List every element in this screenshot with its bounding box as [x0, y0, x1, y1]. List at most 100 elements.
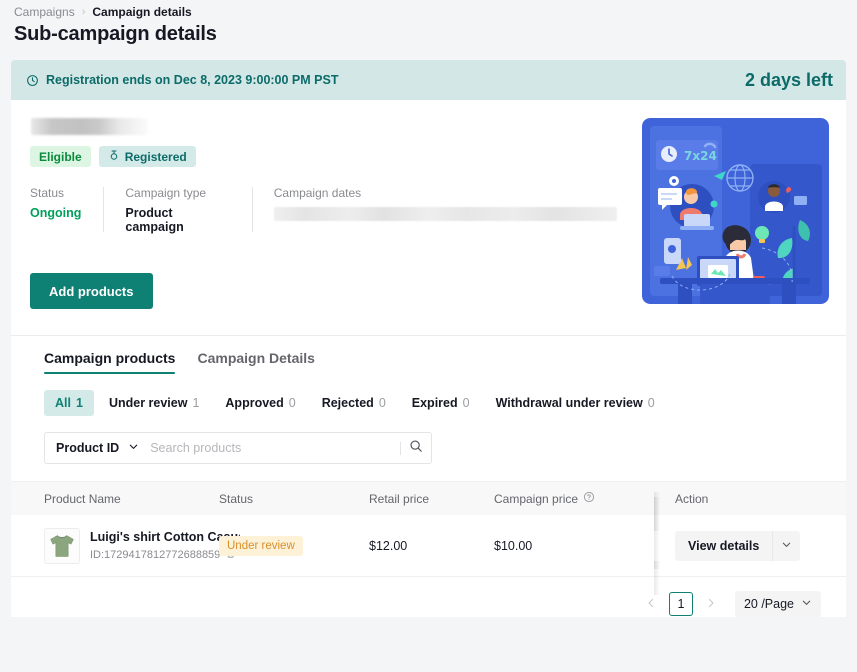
filter-pill-withdrawal-under-review[interactable]: Withdrawal under review 0: [485, 390, 666, 416]
chevron-left-icon: [645, 597, 657, 612]
remote-team-illustration: 7x24: [642, 118, 829, 304]
page-size-select[interactable]: 20 /Page: [734, 591, 821, 617]
badge-registered: Registered: [98, 146, 196, 167]
filter-pill-approved[interactable]: Approved 0: [214, 390, 306, 416]
col-campaign-price: Campaign price: [494, 491, 654, 506]
col-action: Action: [654, 491, 833, 569]
breadcrumb: Campaigns › Campaign details: [0, 0, 857, 19]
badge-registered-label: Registered: [124, 149, 187, 164]
col-status: Status: [219, 491, 254, 506]
chevron-down-icon: [128, 441, 139, 455]
meta-campaign-dates-redacted: [273, 207, 617, 221]
search-bar: Product ID: [11, 416, 846, 464]
filter-pill-approved-label: Approved: [225, 396, 284, 410]
badge-eligible-label: Eligible: [39, 149, 82, 164]
pagination-prev-button[interactable]: [639, 592, 663, 616]
cell-retail-price: $12.00: [369, 538, 408, 553]
filter-pill-withdrawal-count: 0: [647, 396, 655, 410]
pagination: 1 20 /Page: [11, 577, 846, 617]
cell-campaign-price: $10.00: [494, 538, 533, 553]
search-button[interactable]: [401, 433, 431, 463]
page-size-label: 20 /Page: [743, 597, 794, 611]
table-row: Luigi's shirt Cotton Casua... ID:1729417…: [11, 496, 846, 595]
filter-pill-expired-count: 0: [462, 396, 470, 410]
search-input[interactable]: [148, 441, 400, 455]
filter-pill-withdrawal-label: Withdrawal under review: [495, 396, 643, 410]
meta-campaign-dates-label: Campaign dates: [273, 186, 362, 200]
banner-text: Registration ends on Dec 8, 2023 9:00:00…: [46, 73, 339, 87]
medal-icon: [108, 149, 120, 164]
chevron-right-icon: [705, 597, 717, 612]
view-details-button[interactable]: View details: [675, 530, 773, 561]
tab-campaign-details[interactable]: Campaign Details: [197, 350, 314, 374]
chevron-down-icon: [801, 597, 812, 611]
filter-pill-approved-count: 0: [288, 396, 296, 410]
breadcrumb-current: Campaign details: [92, 5, 192, 19]
breadcrumb-separator-icon: ›: [81, 6, 86, 18]
breadcrumb-campaigns[interactable]: Campaigns: [14, 5, 75, 19]
page-title: Sub-campaign details: [14, 23, 217, 45]
tab-bar: Campaign products Campaign Details: [11, 336, 846, 374]
banner-left: Registration ends on Dec 8, 2023 9:00:00…: [26, 73, 338, 87]
cell-product-name: Luigi's shirt Cotton Casua... ID:1729417…: [11, 527, 240, 564]
search-icon: [409, 439, 423, 458]
registration-deadline-banner: Registration ends on Dec 8, 2023 9:00:00…: [11, 60, 846, 100]
cell-action: View details: [654, 496, 833, 595]
product-id-label: ID:1729417812772688859: [90, 548, 221, 561]
tab-campaign-products[interactable]: Campaign products: [44, 350, 176, 374]
pagination-page-1[interactable]: 1: [668, 592, 693, 616]
filter-pill-under-review[interactable]: Under review 1: [98, 390, 210, 416]
col-product-name: Product Name: [44, 491, 121, 506]
table-header-row: Product Name Status Retail price Campaig…: [11, 481, 846, 569]
tshirt-thumbnail: [44, 527, 80, 564]
filter-pill-all-label: All: [55, 396, 71, 410]
filter-pill-rejected[interactable]: Rejected 0: [311, 390, 397, 416]
filter-pill-rejected-label: Rejected: [321, 396, 374, 410]
action-button-group: View details: [675, 530, 801, 561]
filter-pill-all[interactable]: All 1: [44, 390, 94, 416]
product-info: Luigi's shirt Cotton Casua... ID:1729417…: [44, 527, 240, 564]
campaign-summary-card: Eligible Registered Status Ongoing Campa…: [11, 100, 846, 617]
product-name[interactable]: Luigi's shirt Cotton Casua...: [90, 530, 240, 544]
meta-status-value: Ongoing: [30, 206, 82, 220]
status-filter-pills: All 1 Under review 1 Approved 0 Rejected…: [11, 374, 846, 416]
meta-status-label: Status: [30, 186, 65, 200]
campaign-title-redacted: [31, 118, 148, 135]
sub-campaign-details-page: Campaigns › Campaign details Sub-campaig…: [0, 0, 857, 672]
status-badge: Under review: [219, 535, 303, 556]
chevron-down-icon: [781, 538, 792, 553]
campaign-meta: Status Ongoing Campaign type Product cam…: [30, 186, 624, 234]
add-products-button[interactable]: Add products: [30, 273, 153, 309]
svg-text:7x24: 7x24: [684, 149, 717, 163]
meta-status: Status Ongoing: [30, 186, 103, 234]
product-text: Luigi's shirt Cotton Casua... ID:1729417…: [90, 530, 240, 562]
card-top: Eligible Registered Status Ongoing Campa…: [11, 100, 846, 309]
days-left-label: 2 days left: [744, 69, 833, 90]
campaign-illustration: 7x24: [642, 118, 829, 304]
badge-eligible: Eligible: [30, 146, 91, 167]
filter-pill-expired-label: Expired: [411, 396, 458, 410]
meta-campaign-dates: Campaign dates: [251, 186, 624, 234]
col-campaign-price-label: Campaign price: [494, 491, 579, 506]
product-id: ID:1729417812772688859: [90, 548, 240, 562]
meta-campaign-type-label: Campaign type: [125, 186, 207, 200]
action-dropdown-button[interactable]: [772, 530, 801, 561]
card-left: Eligible Registered Status Ongoing Campa…: [30, 118, 624, 309]
status-badges: Eligible Registered: [30, 146, 624, 167]
filter-pill-under-review-label: Under review: [108, 396, 188, 410]
pagination-next-button[interactable]: [699, 592, 723, 616]
filter-pill-under-review-count: 1: [192, 396, 200, 410]
col-retail-price: Retail price: [369, 491, 430, 506]
filter-pill-rejected-count: 0: [378, 396, 386, 410]
question-circle-icon[interactable]: [583, 491, 595, 506]
filter-pill-expired[interactable]: Expired 0: [401, 390, 481, 416]
meta-campaign-type-value: Product campaign: [125, 206, 184, 234]
filter-pill-all-count: 1: [75, 396, 83, 410]
cell-status: Under review: [219, 535, 369, 556]
clock-icon: [26, 74, 39, 87]
search-field-value: Product ID: [56, 441, 120, 455]
meta-campaign-type: Campaign type Product campaign: [103, 186, 251, 234]
search-container: Product ID: [44, 432, 432, 464]
search-field-select[interactable]: Product ID: [45, 441, 148, 455]
products-table: Product Name Status Retail price Campaig…: [11, 481, 846, 595]
